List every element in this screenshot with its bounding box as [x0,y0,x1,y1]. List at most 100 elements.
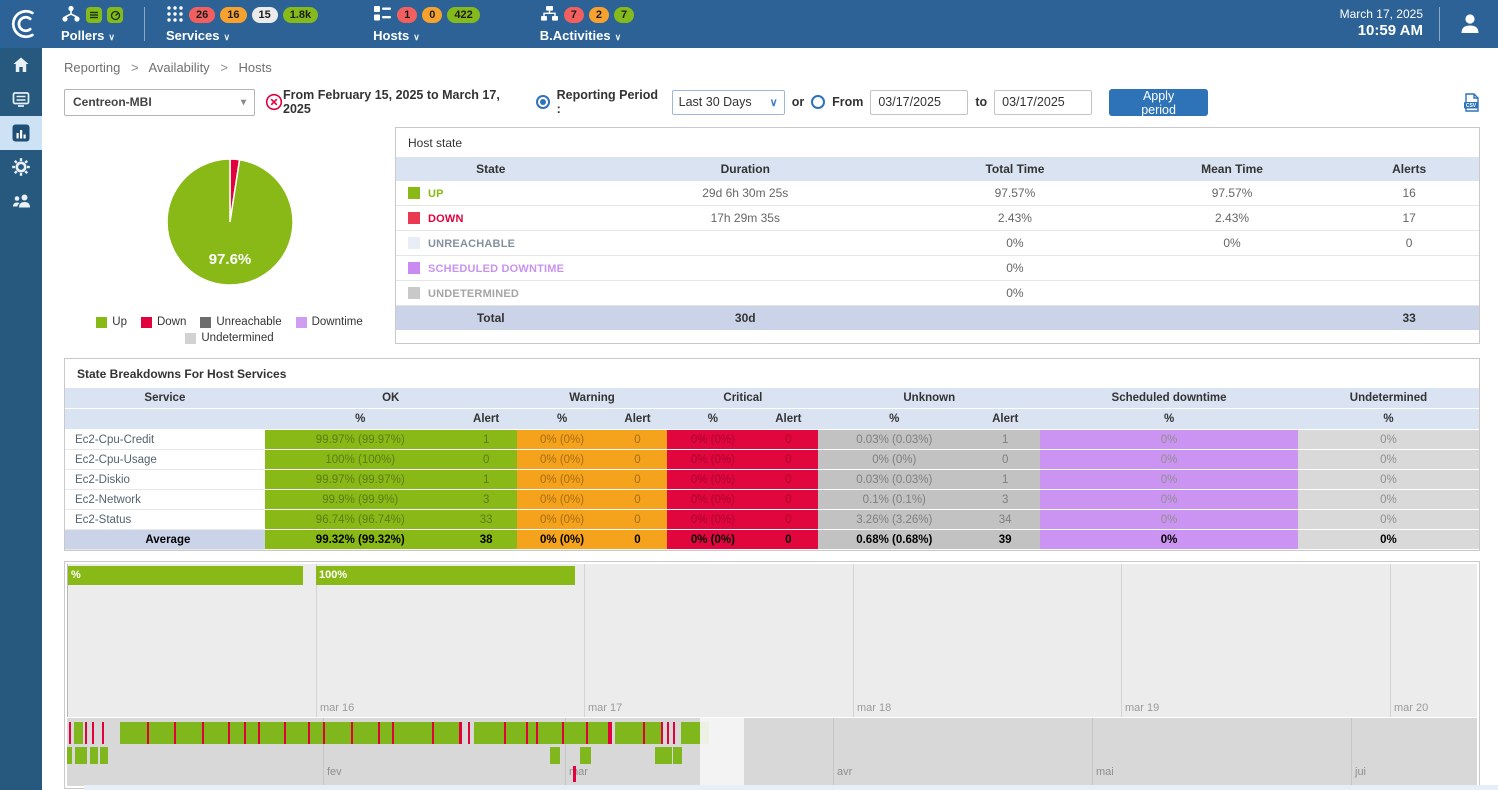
legend-swatch-unreachable [200,317,211,328]
state-label: DOWN [428,213,464,225]
bactivities-critical-badge[interactable]: 7 [564,7,584,23]
centreon-logo-icon [6,7,40,41]
service-name-link[interactable]: Ec2-Diskio [65,470,265,490]
service-name-link[interactable]: Ec2-Cpu-Credit [65,430,265,450]
poller-latency-icon [107,7,123,23]
from-date-input[interactable] [870,90,968,115]
host-state-title: Host state [396,128,1479,157]
unreachable-swatch [408,237,420,249]
reporting-period-radio[interactable] [536,95,550,109]
table-row-service: Ec2-Cpu-Usage 100% (100%)0 0% (0%)0 0% (… [65,450,1479,470]
menu-hosts[interactable]: 1 0 422 Hosts∨ [373,5,480,43]
sidebar [0,48,42,790]
pollers-icon [61,5,81,26]
table-row-average: Average 99.32% (99.32%)38 0% (0%)0 0% (0… [65,530,1479,550]
bactivities-warning-badge[interactable]: 2 [589,7,609,23]
bactivities-icon [540,5,559,25]
period-select[interactable]: Last 30 Days ∨ [672,90,785,115]
services-warning-badge[interactable]: 16 [220,7,246,23]
table-row-service: Ec2-Cpu-Credit 99.97% (99.97%)1 0% (0%)0… [65,430,1479,450]
services-icon [166,5,184,26]
to-label: to [975,95,987,109]
services-critical-badge[interactable]: 26 [189,7,215,23]
timeline-day-label: mar 17 [588,702,622,714]
timeline-detail-plot[interactable]: mar 16mar 17mar 18mar 19mar 20%100% [67,564,1477,717]
poller-config-icon [86,7,102,23]
services-unknown-badge[interactable]: 15 [252,7,278,23]
sidebar-item-configuration[interactable] [0,150,42,184]
timeline-day-label: mar 20 [1394,702,1428,714]
reporting-period-label: Reporting Period : [557,88,665,116]
timeline-navigator[interactable]: fevmaravrmaijui [67,718,1477,786]
table-row-service: Ec2-Status 96.74% (96.74%)33 0% (0%)0 0%… [65,510,1479,530]
state-breakdowns-title: State Breakdowns For Host Services [65,359,1479,388]
apply-period-button[interactable]: Apply period [1109,89,1208,116]
to-date-input[interactable] [994,90,1092,115]
sidebar-item-administration[interactable] [0,184,42,218]
bactivities-label: B.Activities∨ [540,28,634,43]
availability-timeline-panel: mar 16mar 17mar 18mar 19mar 20%100% fev m… [64,561,1480,789]
sidebar-item-home[interactable] [0,48,42,82]
navigator-month-label: fev [327,766,342,778]
navigator-month-label: mar [569,766,588,778]
header-divider [1439,7,1440,41]
top-bar: Pollers∨ 26 16 15 1.8k Services∨ 1 0 [0,0,1498,48]
navigator-month-label: avr [837,766,852,778]
services-ok-badge[interactable]: 1.8k [283,7,318,23]
menu-pollers[interactable]: Pollers∨ [61,5,123,43]
legend-swatch-up [96,317,107,328]
down-swatch [408,212,420,224]
current-date: March 17, 2025 [1340,7,1423,22]
pollers-label: Pollers∨ [61,28,123,43]
host-state-header-row: State Duration Total Time Mean Time Aler… [396,157,1479,181]
host-select[interactable]: Centreon-MBI ▾ [64,89,255,116]
breadcrumb-availability[interactable]: Availability [149,60,210,75]
breakdown-group-header-row: Service OK Warning Critical Unknown Sche… [65,388,1479,409]
table-row-total: Total 30d33 [396,306,1479,331]
table-row-down: DOWN 17h 29m 35s2.43%2.43%17 [396,206,1479,231]
period-select-value: Last 30 Days [679,95,752,109]
chevron-down-icon: ∨ [413,32,420,42]
service-name-link[interactable]: Ec2-Status [65,510,265,530]
date-range-text: From February 15, 2025 to March 17, 2025 [283,88,529,116]
state-label: SCHEDULED DOWNTIME [428,263,564,275]
availability-pie-panel: 97.6% Up Down Unreachable Downtime Undet… [64,127,395,344]
clear-host-button[interactable] [265,93,283,111]
legend-swatch-down [141,317,152,328]
hosts-up-badge[interactable]: 422 [447,7,479,23]
bar-chart-icon [10,122,32,144]
service-name-link[interactable]: Ec2-Network [65,490,265,510]
legend-swatch-undetermined [185,333,196,344]
dropdown-arrow-icon: ▾ [241,97,246,108]
period-controls: From February 15, 2025 to March 17, 2025… [283,88,1208,116]
hosts-unreachable-badge[interactable]: 0 [422,7,442,23]
current-time: 10:59 AM [1340,22,1423,41]
chevron-down-icon: ∨ [770,96,778,109]
centreon-logo[interactable] [0,7,46,41]
filter-bar: Centreon-MBI ▾ From February 15, 2025 to… [64,85,1480,119]
state-label: UP [428,188,444,200]
breadcrumb-reporting[interactable]: Reporting [64,60,120,75]
menu-bactivities[interactable]: 7 2 7 B.Activities∨ [540,5,634,43]
monitoring-icon [11,89,31,109]
sidebar-item-reporting[interactable] [0,116,42,150]
breadcrumb-hosts[interactable]: Hosts [239,60,272,75]
custom-range-radio[interactable] [811,95,825,109]
hosts-down-badge[interactable]: 1 [397,7,417,23]
table-row-undetermined: UNDETERMINED 0% [396,281,1479,306]
menu-divider [144,7,145,41]
breadcrumb-separator: > [220,60,228,75]
host-state-table: State Duration Total Time Mean Time Aler… [396,157,1479,330]
up-swatch [408,187,420,199]
user-icon[interactable] [1456,9,1484,40]
bactivities-ok-badge[interactable]: 7 [614,7,634,23]
navigator-selection[interactable] [700,718,744,786]
legend-item-up: Up [96,316,127,328]
export-csv-button[interactable]: CSV [1463,93,1480,112]
horizontal-scrollbar[interactable] [84,785,1498,790]
menu-services[interactable]: 26 16 15 1.8k Services∨ [166,5,318,43]
navigator-month-label: jui [1355,766,1366,778]
sidebar-item-monitoring[interactable] [0,82,42,116]
service-name-link[interactable]: Ec2-Cpu-Usage [65,450,265,470]
breadcrumb: Reporting > Availability > Hosts [64,48,1480,85]
